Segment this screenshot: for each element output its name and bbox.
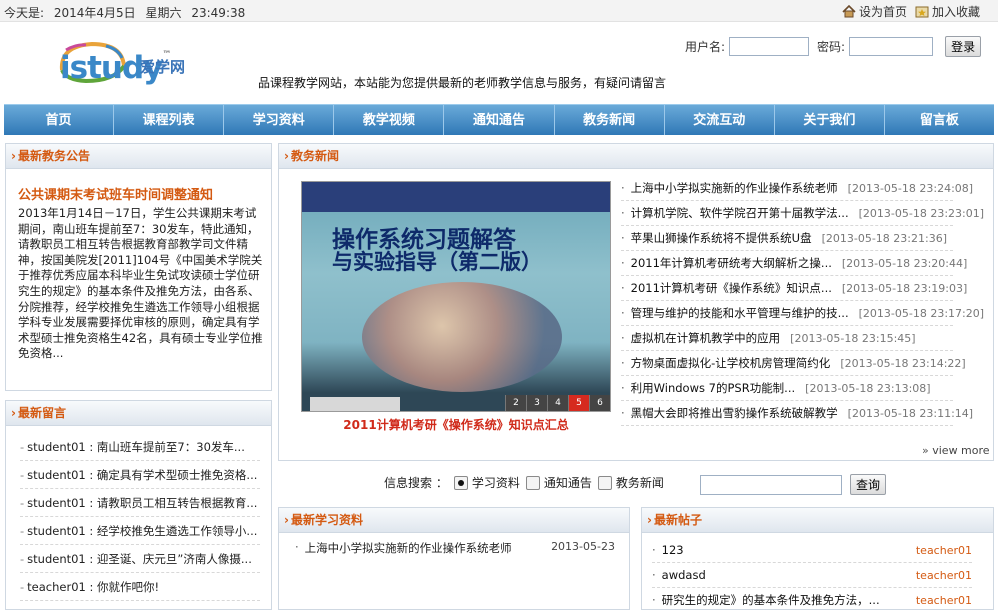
slideshow-caption[interactable]: 2011计算机考研《操作系统》知识点汇总 — [301, 416, 611, 433]
slide-page-button[interactable]: 4 — [547, 395, 568, 411]
username-input[interactable] — [729, 37, 810, 56]
site-slogan: 品课程教学网站，本站能为您提供最新的老师教学信息与服务，有疑问请留言 — [258, 76, 667, 90]
info-search: 信息搜索 ： 学习资料 通知通告 教务新闻 — [384, 474, 664, 491]
messages-panel-header: › 最新留言 — [6, 401, 271, 426]
radio-selected-dot — [457, 479, 464, 486]
news-item[interactable]: · 利用Windows 7的PSR功能制... [2013-05-18 23:13:… — [621, 376, 953, 401]
news-heading: 教务新闻 — [290, 149, 339, 163]
list-item[interactable]: - student01 : 请教职员工相互转告根据教育... — [20, 489, 260, 517]
nav-guestbook[interactable]: 留言板 — [885, 105, 994, 135]
notice-body: 2013年1月14日－17日，学生公共课期末考试期间，南山班车提前至7：30发车… — [18, 206, 263, 361]
messages-heading: 最新留言 — [17, 406, 66, 420]
news-item[interactable]: · 管理与维护的技能和水平管理与维护的技... [2013-05-18 23:17:… — [621, 301, 984, 326]
nav-study-materials[interactable]: 学习资料 — [224, 105, 335, 135]
nav-about-us[interactable]: 关于我们 — [775, 105, 885, 135]
list-item[interactable]: · 123 teacher01 — [652, 538, 972, 563]
slideshow-pager: 2 3 4 5 6 — [505, 395, 610, 411]
messages-list: - student01 : 南山班车提前至7：30发车... - student01… — [20, 433, 260, 601]
time-value: 23:49:38 — [191, 6, 246, 20]
study-materials-panel: › 最新学习资料 · 上海中小学拟实施新的作业操作系统老师 2013-05-23 — [278, 507, 630, 610]
news-item[interactable]: · 计算机学院、软件学院召开第十届教学法... [2013-05-18 23:23:… — [621, 201, 984, 226]
news-panel-header: › 教务新闻 — [279, 144, 993, 169]
radio-label: 教务新闻 — [615, 476, 664, 490]
radio-study-materials[interactable] — [453, 475, 468, 490]
list-item[interactable]: · 上海中小学拟实施新的作业操作系统老师 2013-05-23 — [295, 540, 615, 556]
date-value: 2014年4月5日 — [53, 6, 136, 20]
nav-home[interactable]: 首页 — [4, 105, 115, 135]
list-item[interactable]: · 研究生的规定》的基本条件及推免方法，... teacher01 — [652, 588, 972, 610]
home-icon — [842, 4, 856, 18]
slide-page-button-active[interactable]: 5 — [568, 395, 589, 411]
book-cover-band — [302, 182, 610, 212]
list-item[interactable]: - student01 : 经学校推免生遴选工作领导小... — [20, 517, 260, 545]
news-item[interactable]: · 黑帽大会即将推出雪豹操作系统破解教学 [2013-05-18 23:11:14] — [621, 401, 973, 426]
set-home-label: 设为首页 — [859, 5, 908, 19]
news-slideshow-image[interactable]: 操作系统习题解答 与实验指导（第二版） 2 3 4 5 6 — [301, 181, 611, 412]
search-button[interactable]: 查询 — [850, 474, 886, 495]
notice-heading: 最新教务公告 — [17, 149, 90, 163]
weekday-value: 星期六 — [145, 6, 182, 20]
password-input[interactable] — [849, 37, 934, 56]
posts-panel: › 最新帖子 · 123 teacher01 · awdasd teacher01 · 研究… — [641, 507, 994, 610]
radio-label: 通知通告 — [543, 476, 592, 490]
radio-notices[interactable] — [525, 475, 540, 490]
set-home-link[interactable]: 设为首页 — [842, 3, 907, 20]
news-panel: › 教务新闻 操作系统习题解答 与实验指导（第二版） 2 3 4 5 6 2011… — [278, 143, 994, 461]
add-favorite-link[interactable]: 加入收藏 — [915, 3, 980, 20]
date-label: 今天是: — [4, 6, 45, 20]
double-arrow-icon: » — [922, 444, 929, 457]
study-heading: 最新学习资料 — [290, 513, 363, 527]
list-item[interactable]: - student01 : 迎圣诞、庆元旦”济南人像摄... — [20, 545, 260, 573]
radio-news[interactable] — [597, 475, 612, 490]
nav-course-list[interactable]: 课程列表 — [114, 105, 225, 135]
news-item[interactable]: · 方物桌面虚拟化-让学校机房管理简约化 [2013-05-18 23:14:22] — [621, 351, 966, 376]
nav-teaching-videos[interactable]: 教学视频 — [334, 105, 445, 135]
notice-title[interactable]: 公共课期末考试班车时间调整通知 — [18, 184, 213, 203]
posts-heading: 最新帖子 — [653, 513, 702, 527]
logo-chinese-name: 爱学网 — [140, 58, 186, 76]
login-form: 用户名: 密码: 登录 — [685, 36, 982, 57]
list-item[interactable]: - student01 : 南山班车提前至7：30发车... — [20, 433, 260, 461]
search-input[interactable] — [700, 475, 842, 495]
news-item[interactable]: · 苹果山狮操作系统将不提供系统U盘 [2013-05-18 23:21:36] — [621, 226, 953, 251]
news-item[interactable]: · 上海中小学拟实施新的作业操作系统老师 [2013-05-18 23:24:08] — [621, 176, 973, 201]
news-list: · 上海中小学拟实施新的作业操作系统老师 [2013-05-18 23:24:08]… — [621, 176, 984, 426]
list-item[interactable]: - student01 : 确定具有学术型硕士推免资格... — [20, 461, 260, 489]
nav-academic-news[interactable]: 教务新闻 — [555, 105, 665, 135]
book-cover-title-2: 与实验指导（第二版） — [332, 250, 542, 274]
site-logo[interactable]: istudy™ 爱学网 — [56, 40, 206, 86]
posts-panel-header: › 最新帖子 — [642, 508, 993, 533]
study-panel-header: › 最新学习资料 — [279, 508, 629, 533]
slide-page-button[interactable]: 3 — [526, 395, 547, 411]
view-more-link[interactable]: » view more — [922, 444, 990, 457]
list-item[interactable]: - teacher01 : 你就作吧你! — [20, 573, 260, 601]
login-button[interactable]: 登录 — [945, 36, 982, 57]
add-favorite-label: 加入收藏 — [932, 5, 981, 19]
slide-page-button[interactable]: 6 — [589, 395, 610, 411]
username-label: 用户名: — [685, 40, 726, 54]
notice-panel-header: › 最新教务公告 — [6, 144, 271, 169]
current-date: 今天是: 2014年4月5日 星期六 23:49:38 — [4, 4, 251, 21]
radio-label: 学习资料 — [471, 476, 520, 490]
notice-panel: › 最新教务公告 公共课期末考试班车时间调整通知 2013年1月14日－17日，学… — [5, 143, 272, 391]
book-cover-label — [310, 397, 400, 411]
book-cover-artwork — [362, 282, 562, 392]
main-nav: 首页 课程列表 学习资料 教学视频 通知通告 教务新闻 交流互动 关于我们 留言… — [4, 104, 994, 135]
site-header: istudy™ 爱学网 品课程教学网站，本站能为您提供最新的老师教学信息与服务，… — [0, 22, 998, 102]
list-item[interactable]: · awdasd teacher01 — [652, 563, 972, 588]
top-bar: 今天是: 2014年4月5日 星期六 23:49:38 设为首页 加入收藏 — [0, 0, 998, 22]
favorite-icon — [915, 5, 929, 18]
nav-notices[interactable]: 通知通告 — [444, 105, 555, 135]
news-item[interactable]: · 2011计算机考研《操作系统》知识点... [2013-05-18 23:19:… — [621, 276, 967, 301]
messages-panel: › 最新留言 - student01 : 南山班车提前至7：30发车... - stu… — [5, 400, 272, 610]
slide-page-button[interactable]: 2 — [505, 395, 526, 411]
news-item[interactable]: · 虚拟机在计算机教学中的应用 [2013-05-18 23:15:45] — [621, 326, 953, 351]
news-item[interactable]: · 2011年计算机考研统考大纲解析之操... [2013-05-18 23:20:… — [621, 251, 967, 276]
password-label: 密码: — [817, 40, 846, 54]
nav-interaction[interactable]: 交流互动 — [665, 105, 775, 135]
search-label: 信息搜索 ： — [384, 476, 448, 490]
posts-list: · 123 teacher01 · awdasd teacher01 · 研究生的规定》的… — [652, 538, 972, 610]
